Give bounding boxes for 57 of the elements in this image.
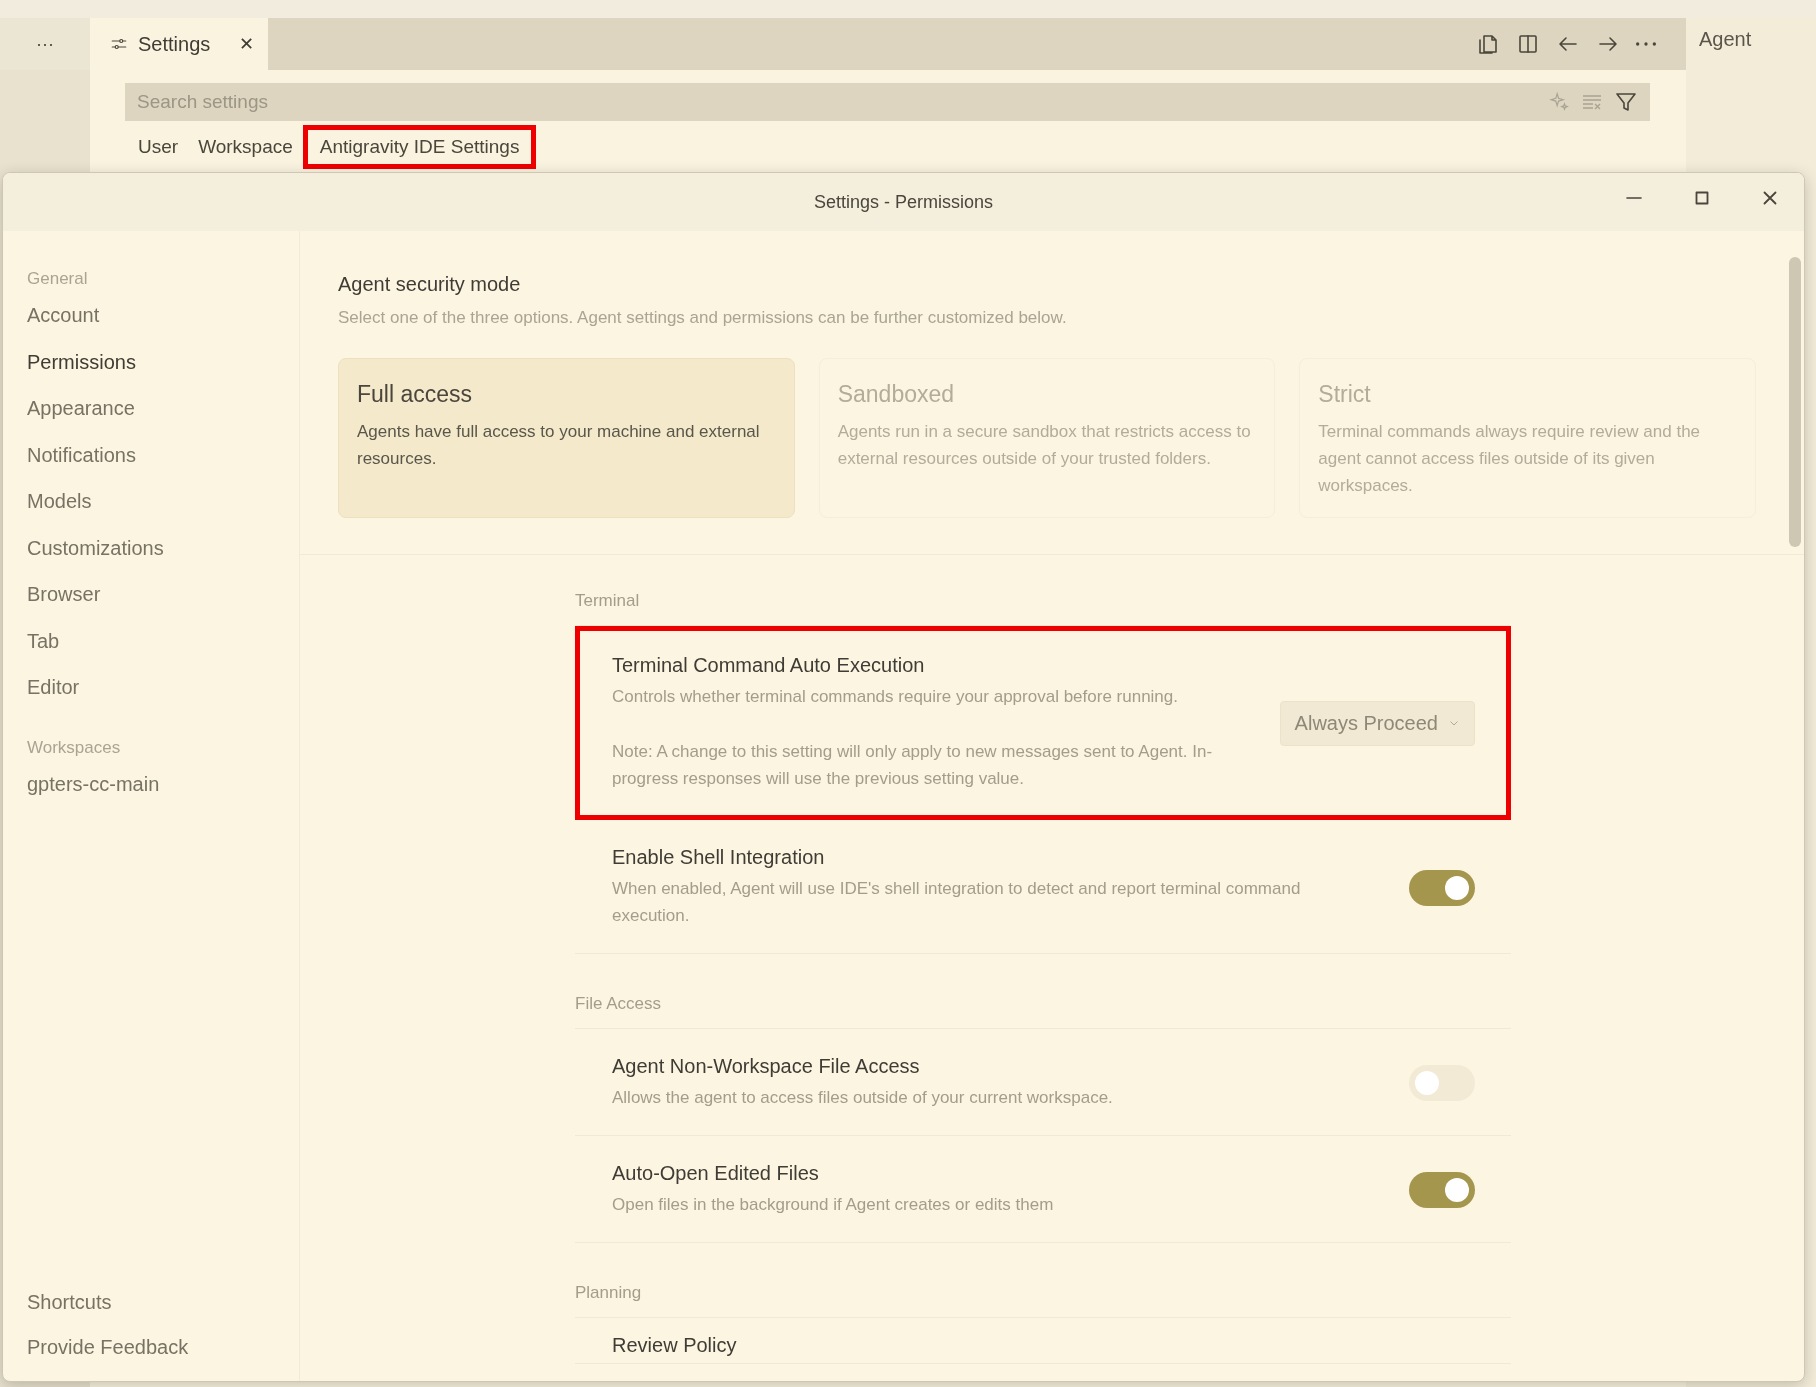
setting-description: Open files in the background if Agent creates or edits them — [612, 1194, 1055, 1216]
sidebar-item[interactable]: Notifications — [27, 440, 299, 487]
sparkle-icon[interactable] — [1548, 91, 1570, 113]
sidebar-item[interactable]: Customizations — [27, 533, 299, 580]
setting-title: Review Policy — [612, 1334, 738, 1357]
document-icon — [1476, 32, 1500, 56]
section-description: Select one of the three options. Agent settings and permissions can be further customized below. — [338, 308, 1068, 328]
split-editor-icon — [1516, 32, 1540, 56]
setting-title: Terminal Command Auto Execution — [612, 654, 926, 677]
dropdown[interactable]: Always Proceed — [1279, 700, 1475, 746]
settings-scope-tab[interactable]: Workspace — [188, 128, 303, 166]
sidebar-item[interactable]: Permissions — [27, 347, 299, 394]
sidebar-link[interactable]: Provide Feedback — [27, 1336, 299, 1359]
split-editor-button[interactable] — [1516, 32, 1540, 56]
option-description: Agents have full access to your machine and external resources. — [357, 421, 761, 470]
section-title: Agent security mode — [338, 273, 522, 296]
sidebar-heading: Workspaces — [27, 737, 122, 758]
setting-note: Note: A change to this setting will only apply to new messages sent to Agent. In-progress responses will use the previous setting value. — [612, 741, 1214, 790]
editor-tab[interactable]: Settings ✕ — [90, 18, 268, 70]
document-button[interactable] — [1476, 32, 1500, 56]
option-card[interactable]: Full access Agents have full access to your machine and external resources. — [338, 358, 795, 518]
more-icon — [1636, 42, 1656, 46]
option-description: Agents run in a secure sandbox that restricts access to external resources outside of your trusted folders. — [837, 421, 1252, 470]
sidebar-item[interactable]: Editor — [27, 673, 299, 720]
setting-description: When enabled, Agent will use IDE's shell integration to detect and report terminal command execution. — [612, 878, 1302, 927]
option-title: Sandboxed — [837, 381, 956, 408]
sidebar-item[interactable]: Models — [27, 487, 299, 534]
sidebar-item[interactable]: gpters-cc-main — [27, 769, 299, 816]
toggle-switch[interactable] — [1409, 869, 1475, 906]
search-bar[interactable]: Search settings — [125, 83, 1650, 121]
search-field[interactable]: Search settings — [135, 90, 1538, 114]
option-title: Strict — [1318, 381, 1372, 408]
filter-icon[interactable] — [1614, 90, 1638, 114]
toggle-switch[interactable] — [1409, 1065, 1475, 1101]
sidebar-item[interactable]: Tab — [27, 626, 299, 673]
option-description: Terminal commands always require review and the agent cannot access files outside of its given workspaces. — [1318, 421, 1702, 497]
dialog-title: Settings - Permissions — [813, 191, 994, 213]
setting-title: Auto-Open Edited Files — [612, 1162, 820, 1185]
sidebar-item[interactable]: Appearance — [27, 394, 299, 441]
setting-title: Agent Non-Workspace File Access — [612, 1055, 921, 1078]
option-title: Full access — [357, 381, 474, 408]
toggle-switch[interactable] — [1409, 1172, 1475, 1208]
minimize-icon — [1626, 197, 1642, 199]
more-actions-button[interactable] — [1636, 42, 1656, 46]
sidebar-item[interactable]: Browser — [27, 580, 299, 627]
more-menu[interactable]: ··· — [0, 18, 90, 70]
settings-scope-tab[interactable]: User — [128, 128, 189, 166]
tab-label: Settings — [138, 32, 211, 56]
setting-description: Allows the agent to access files outside of your current workspace. — [612, 1087, 1114, 1109]
sidebar-link[interactable]: Shortcuts — [27, 1291, 299, 1314]
close-tab-button[interactable]: ✕ — [239, 33, 254, 55]
setting-description: Controls whether terminal commands require your approval before running. — [612, 686, 1179, 708]
sidebar-item[interactable]: Account — [27, 301, 299, 348]
sidebar-heading: General — [27, 269, 89, 289]
agent-panel-title[interactable]: Agent — [1686, 18, 1816, 70]
highlighted-tab[interactable]: Antigravity IDE Settings — [302, 125, 537, 169]
setting-title: Enable Shell Integration — [612, 846, 826, 869]
